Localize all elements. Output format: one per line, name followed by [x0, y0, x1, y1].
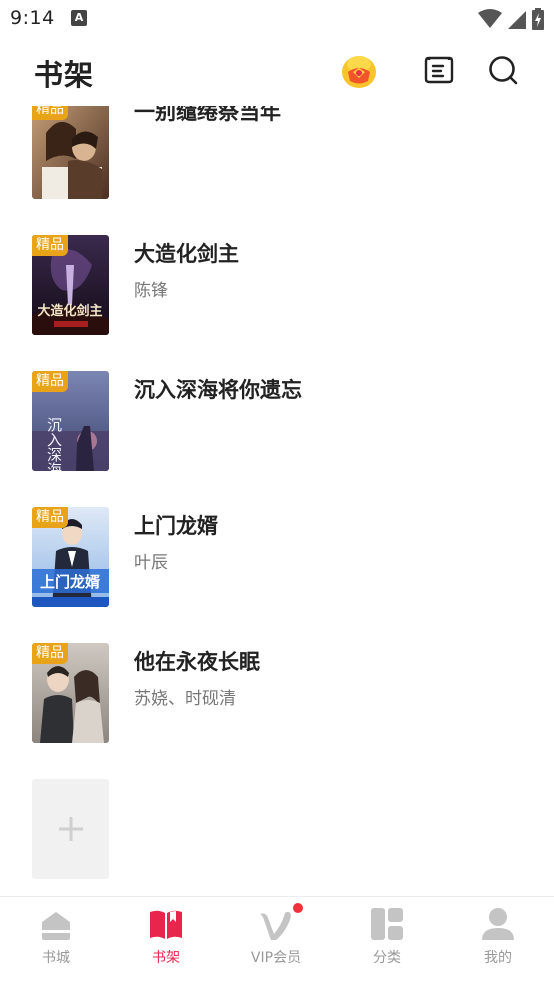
- book-title: 一别缱绻祭当年: [134, 106, 281, 124]
- user-icon: [482, 908, 514, 940]
- header: 书架: [0, 38, 554, 106]
- bookshelf-icon: [150, 910, 182, 939]
- book-item[interactable]: 精品 一别缱绻祭当年: [0, 106, 554, 199]
- plus-icon: [58, 817, 83, 841]
- status-icons: [478, 8, 544, 30]
- gift-button[interactable]: [339, 50, 379, 90]
- svg-text:上门龙婿: 上门龙婿: [40, 573, 101, 591]
- book-cover[interactable]: 上门龙婿 精品: [32, 507, 109, 607]
- nav-profile[interactable]: 我的: [443, 897, 553, 977]
- book-cover[interactable]: 精品: [32, 106, 109, 199]
- add-book-button[interactable]: [32, 779, 109, 879]
- book-title: 上门龙婿: [134, 514, 218, 538]
- svg-text:大造化剑主: 大造化剑主: [37, 303, 102, 319]
- book-title: 他在永夜长眠: [134, 650, 260, 674]
- book-item[interactable]: 大造化剑主 精品 大造化剑主 陈锋: [0, 235, 554, 335]
- bottom-nav: 书城 书架 VIP会员 分类 我的: [0, 896, 554, 984]
- premium-badge: 精品: [32, 371, 68, 392]
- book-author: 苏娆、时砚清: [134, 689, 236, 709]
- wifi-icon: [478, 9, 502, 28]
- gift-icon: [342, 56, 376, 88]
- nav-vip[interactable]: VIP会员: [221, 897, 331, 977]
- notification-icon: A: [71, 10, 87, 26]
- page-title: 书架: [34, 58, 95, 92]
- book-title: 沉入深海将你遗忘: [134, 378, 302, 402]
- premium-badge: 精品: [32, 235, 68, 256]
- svg-text:沉入深海: 沉入深海: [45, 417, 63, 471]
- search-button[interactable]: [483, 50, 523, 90]
- book-item[interactable]: 沉入深海 精品 沉入深海将你遗忘: [0, 371, 554, 471]
- nav-label: 书架: [152, 950, 180, 966]
- nav-label: 书城: [42, 950, 70, 966]
- nav-label: 分类: [373, 950, 401, 966]
- bookstore-icon: [42, 912, 70, 940]
- nav-bookshelf[interactable]: 书架: [111, 897, 221, 977]
- history-button[interactable]: [419, 50, 459, 90]
- book-title: 大造化剑主: [134, 242, 239, 266]
- book-cover[interactable]: 精品: [32, 643, 109, 743]
- nav-label: 我的: [484, 950, 512, 966]
- book-cover[interactable]: 沉入深海 精品: [32, 371, 109, 471]
- book-author: 陈锋: [134, 281, 168, 301]
- book-cover[interactable]: 大造化剑主 精品: [32, 235, 109, 335]
- list-icon: [424, 56, 454, 84]
- nav-label: VIP会员: [250, 950, 302, 966]
- book-item[interactable]: 上门龙婿 精品 上门龙婿 叶辰: [0, 507, 554, 607]
- book-item[interactable]: 精品 他在永夜长眠 苏娆、时砚清: [0, 643, 554, 743]
- premium-badge: 精品: [32, 106, 68, 120]
- premium-badge: 精品: [32, 507, 68, 528]
- category-icon: [371, 908, 403, 940]
- book-author: 叶辰: [134, 553, 168, 573]
- status-time: 9:14: [10, 7, 55, 29]
- nav-bookstore[interactable]: 书城: [1, 897, 111, 977]
- status-bar: 9:14 A: [0, 0, 554, 38]
- nav-category[interactable]: 分类: [332, 897, 442, 977]
- premium-badge: 精品: [32, 643, 68, 664]
- signal-icon: [508, 11, 526, 29]
- bookshelf-list[interactable]: 精品 一别缱绻祭当年 大造化剑主 精品 大造化剑主 陈锋 沉入深海 精品 沉入深…: [0, 106, 554, 896]
- search-icon: [489, 56, 518, 85]
- vip-icon: [260, 911, 291, 940]
- notification-dot: [293, 903, 303, 913]
- battery-icon: [532, 8, 544, 30]
